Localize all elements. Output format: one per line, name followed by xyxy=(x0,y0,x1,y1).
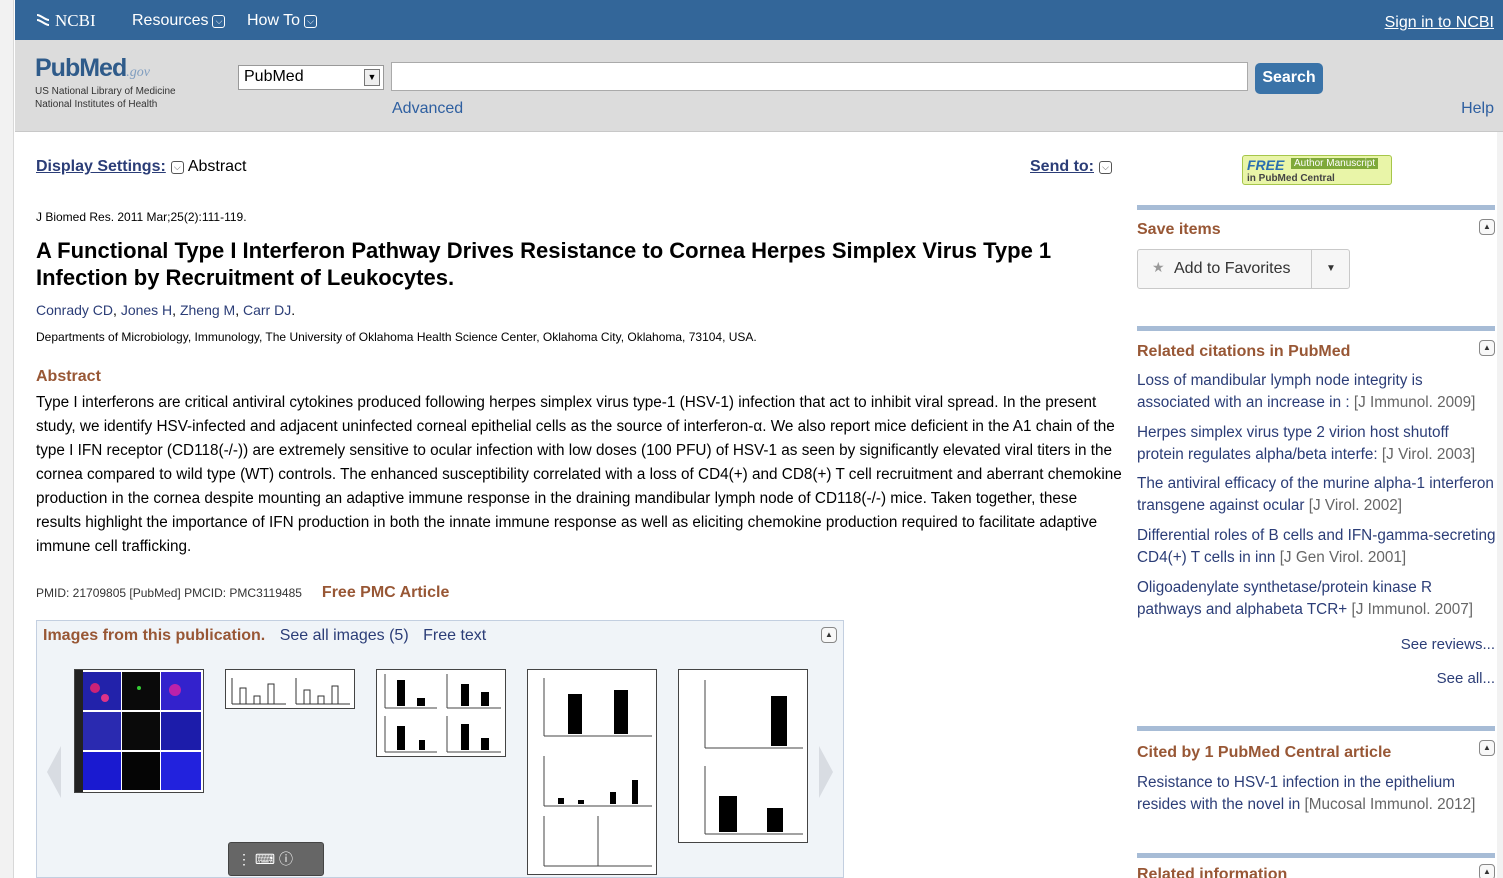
ncbi-topbar: NCBI Resources ⌵ How To ⌵ Sign in to NCBI xyxy=(15,0,1503,40)
chevron-down-icon[interactable]: ⌵ xyxy=(170,161,184,174)
how-to-menu[interactable]: How To ⌵ xyxy=(247,12,318,30)
related-citations-heading: Related citations in PubMed xyxy=(1137,343,1351,360)
related-citation-item[interactable]: Herpes simplex virus type 2 virion host … xyxy=(1137,422,1499,466)
cited-by-heading: Cited by 1 PubMed Central article xyxy=(1137,744,1392,761)
display-settings: Display Settings: ⌵ Abstract xyxy=(36,158,247,176)
cited-by-item[interactable]: Resistance to HSV-1 infection in the epi… xyxy=(1137,772,1499,816)
section-divider xyxy=(1137,205,1495,210)
accessibility-toolbar[interactable]: ⋮ ⌨ ⓘ xyxy=(228,842,324,876)
article-title: A Functional Type I Interferon Pathway D… xyxy=(36,238,1052,290)
display-settings-link[interactable]: Display Settings: xyxy=(36,158,166,175)
related-citation-item[interactable]: Loss of mandibular lymph node integrity … xyxy=(1137,370,1499,414)
display-format: Abstract xyxy=(187,158,247,175)
related-citation-item[interactable]: The antiviral efficacy of the murine alp… xyxy=(1137,473,1499,517)
keyboard-icon[interactable]: ⌨ xyxy=(255,851,275,867)
figure-thumbnail[interactable] xyxy=(225,669,355,709)
free-author-manuscript-badge[interactable]: FREE Author Manuscript in PubMed Central xyxy=(1242,155,1392,185)
add-to-favorites-button[interactable]: ★ Add to Favorites ▼ xyxy=(1137,249,1350,289)
figure-image xyxy=(75,670,201,792)
see-reviews-link[interactable]: See reviews... xyxy=(1401,636,1495,653)
section-divider xyxy=(1137,326,1495,331)
help-link[interactable]: Help xyxy=(1461,100,1494,118)
collapse-icon[interactable]: ▲ xyxy=(1479,864,1495,878)
figure-thumbnail[interactable] xyxy=(376,669,506,757)
section-divider xyxy=(1137,853,1495,858)
dropdown-arrow-icon: ▼ xyxy=(364,69,380,86)
author-list: Conrady CD, Jones H, Zheng M, Carr DJ. xyxy=(36,302,296,318)
figure-thumbnail[interactable] xyxy=(527,669,657,875)
search-input[interactable] xyxy=(391,62,1248,91)
database-select[interactable]: PubMed ▼ xyxy=(238,65,384,90)
send-to: Send to: ⌵ xyxy=(1030,158,1116,176)
affiliation: Departments of Microbiology, Immunology,… xyxy=(36,330,757,344)
abstract-heading: Abstract xyxy=(36,368,101,385)
article-ids: PMID: 21709805 [PubMed] PMCID: PMC311948… xyxy=(36,584,450,601)
carousel-prev-arrow[interactable] xyxy=(47,746,61,798)
journal-link[interactable]: J Biomed Res. xyxy=(36,210,114,224)
chevron-down-icon: ⌵ xyxy=(212,15,226,28)
free-pmc-article-link[interactable]: Free PMC Article xyxy=(322,584,449,601)
see-all-images-link[interactable]: See all images (5) xyxy=(280,627,409,644)
search-bar: PubMed.gov US National Library of Medici… xyxy=(15,40,1503,132)
grip-icon: ⋮ xyxy=(237,851,251,867)
figure-image xyxy=(704,680,803,835)
figure-thumbnail[interactable] xyxy=(678,669,808,843)
related-citation-item[interactable]: Oligoadenylate synthetase/protein kinase… xyxy=(1137,577,1499,621)
section-divider xyxy=(1137,726,1495,731)
ncbi-helix-icon xyxy=(36,14,50,26)
author-link[interactable]: Carr DJ xyxy=(243,302,291,318)
figure-thumbnail[interactable] xyxy=(74,669,204,793)
figure-image xyxy=(384,674,501,753)
pubmed-logo[interactable]: PubMed.gov US National Library of Medici… xyxy=(35,54,176,111)
author-link[interactable]: Conrady CD xyxy=(36,302,113,318)
images-panel: Images from this publication. See all im… xyxy=(36,620,844,878)
favorites-dropdown-icon[interactable]: ▼ xyxy=(1311,250,1350,288)
chevron-down-icon: ⌵ xyxy=(304,15,318,28)
resources-menu[interactable]: Resources ⌵ xyxy=(132,12,226,30)
free-text-link[interactable]: Free text xyxy=(423,627,486,644)
collapse-icon[interactable]: ▲ xyxy=(1479,740,1495,756)
chevron-down-icon[interactable]: ⌵ xyxy=(1099,161,1112,174)
ncbi-logo[interactable]: NCBI xyxy=(35,11,96,31)
help-icon[interactable]: ⓘ xyxy=(279,851,293,867)
author-link[interactable]: Jones H xyxy=(121,302,172,318)
sign-in-link[interactable]: Sign in to NCBI xyxy=(1385,14,1494,32)
carousel-next-arrow[interactable] xyxy=(819,746,833,798)
save-items-heading: Save items xyxy=(1137,221,1221,238)
collapse-icon[interactable]: ▲ xyxy=(821,627,837,643)
search-button[interactable]: Search xyxy=(1255,63,1323,94)
send-to-link[interactable]: Send to: xyxy=(1030,158,1094,175)
abstract-text: Type I interferons are critical antivira… xyxy=(36,394,1122,555)
star-icon: ★ xyxy=(1152,259,1165,275)
collapse-icon[interactable]: ▲ xyxy=(1479,340,1495,356)
advanced-search-link[interactable]: Advanced xyxy=(392,100,463,118)
author-link[interactable]: Zheng M xyxy=(180,302,235,318)
figure-image xyxy=(231,678,350,705)
collapse-icon[interactable]: ▲ xyxy=(1479,219,1495,235)
related-citation-item[interactable]: Differential roles of B cells and IFN-ga… xyxy=(1137,525,1499,569)
related-information-heading: Related information xyxy=(1137,866,1288,878)
figure-image xyxy=(543,678,652,867)
citation-line: J Biomed Res. 2011 Mar;25(2):111-119. xyxy=(36,210,247,224)
nlm-text: US National Library of Medicine National… xyxy=(35,86,176,110)
images-header: Images from this publication. See all im… xyxy=(43,627,487,644)
see-all-link[interactable]: See all... xyxy=(1437,670,1495,687)
left-scroll-gutter xyxy=(0,0,14,878)
